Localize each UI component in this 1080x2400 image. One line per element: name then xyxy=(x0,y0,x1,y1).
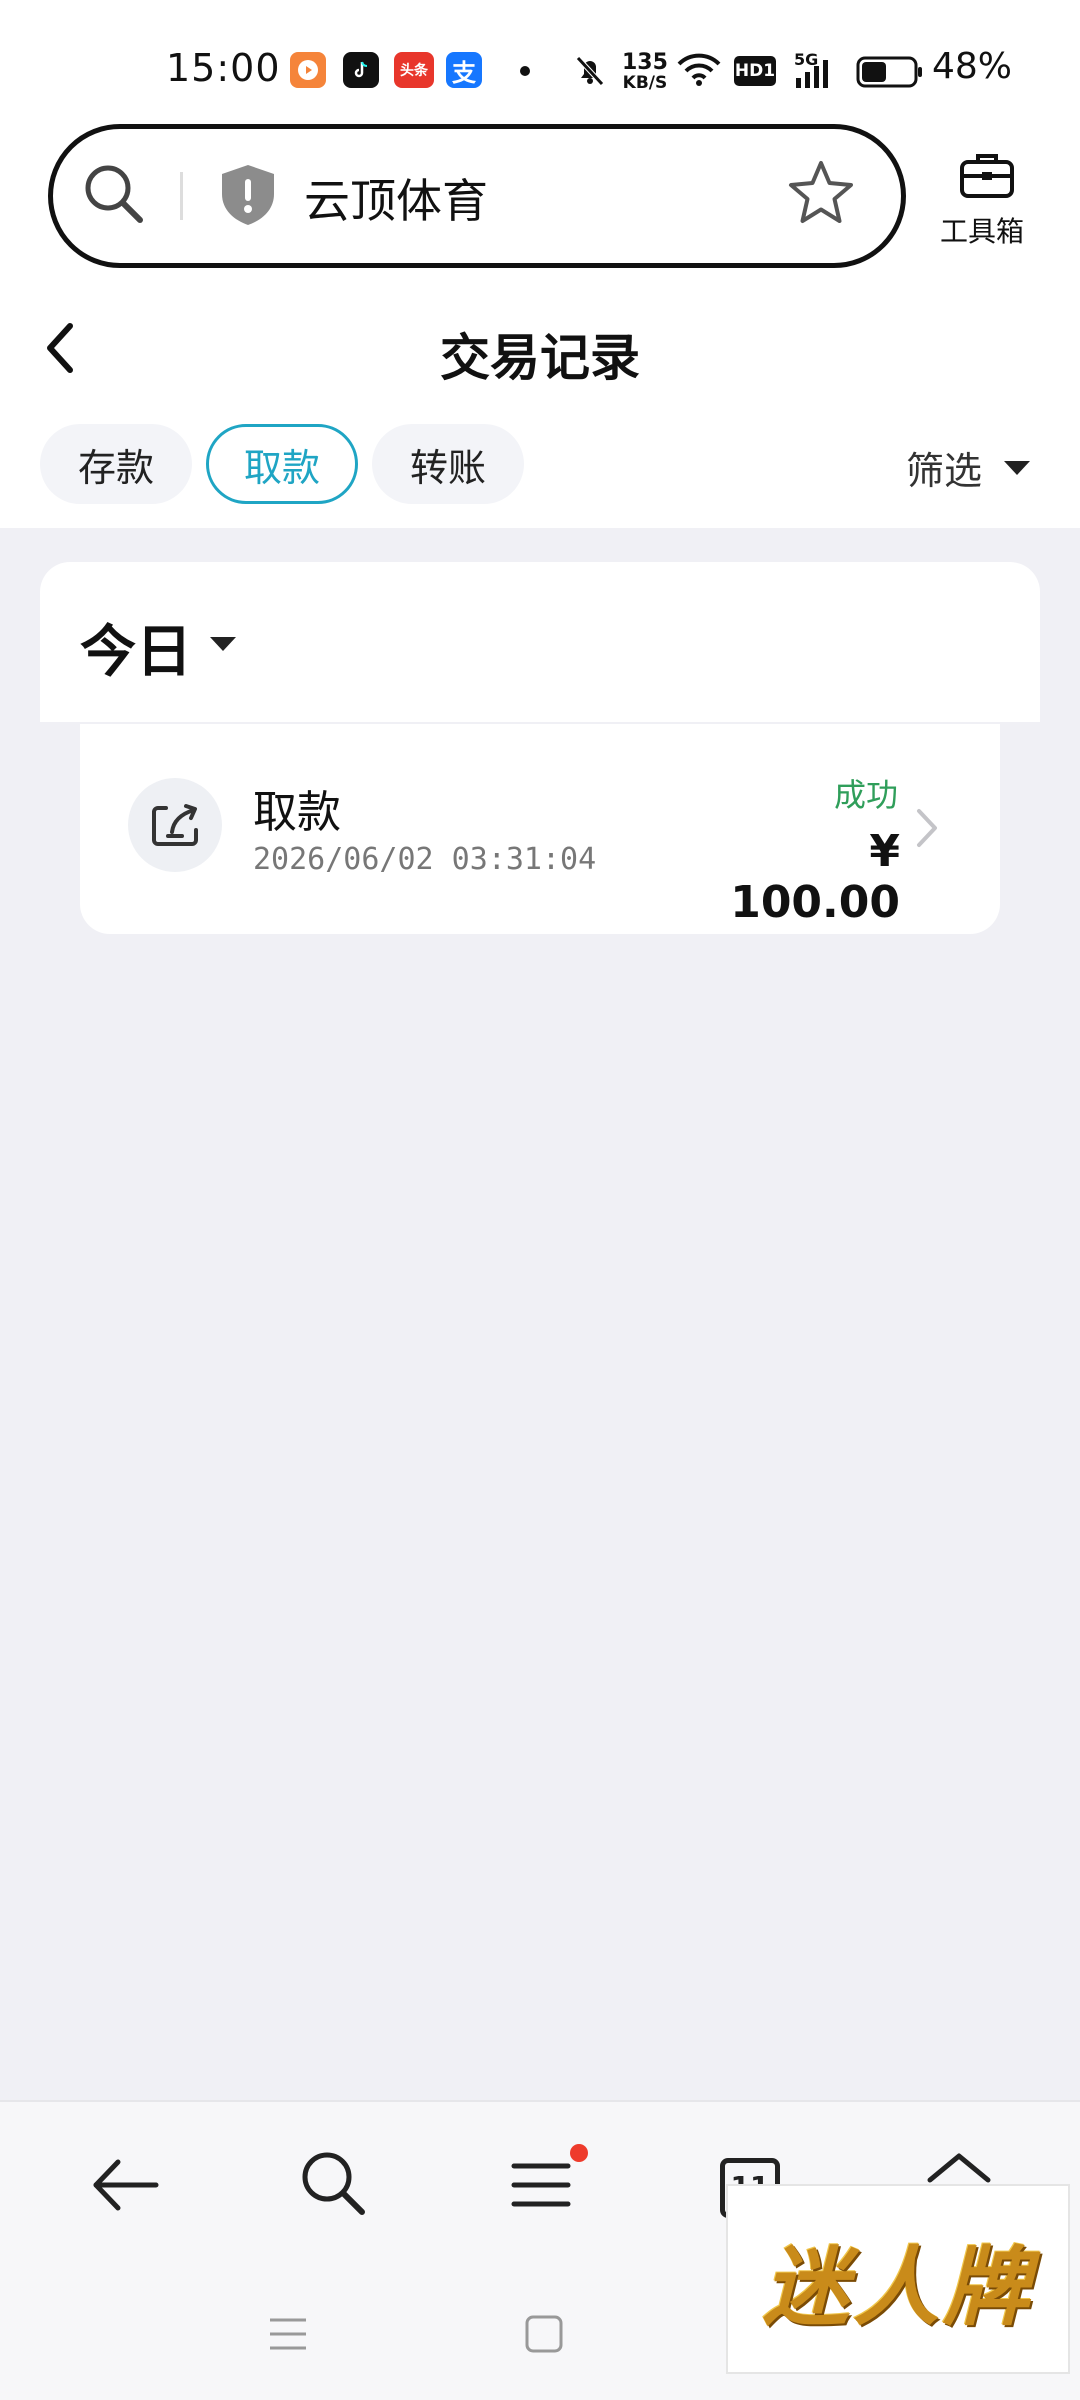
record-time: 2026/06/02 03:31:04 xyxy=(253,842,597,877)
search-divider xyxy=(180,172,183,220)
toolbox-label[interactable]: 工具箱 xyxy=(940,210,1024,250)
filter-button[interactable]: 筛选 xyxy=(906,440,982,495)
signal-icon xyxy=(794,58,830,94)
alipay-icon: 支 xyxy=(446,52,482,88)
withdraw-icon xyxy=(128,778,222,872)
filter-dropdown-icon[interactable] xyxy=(1002,458,1032,482)
date-dropdown-icon[interactable] xyxy=(208,634,238,658)
tab-transfer[interactable]: 转账 xyxy=(372,424,524,504)
home-square-icon[interactable] xyxy=(524,2314,564,2358)
search-nav-icon[interactable] xyxy=(296,2146,370,2224)
record-title: 取款 xyxy=(253,787,341,838)
recent-apps-icon[interactable] xyxy=(268,2314,308,2358)
back-arrow-icon[interactable] xyxy=(88,2150,162,2224)
mute-bell-icon xyxy=(572,52,608,92)
wifi-icon xyxy=(676,52,722,92)
address-text[interactable]: 云顶体育 xyxy=(304,165,488,231)
menu-notification-dot xyxy=(570,2144,588,2162)
net-speed-unit: KB/S xyxy=(622,73,668,93)
watermark-text: 迷人牌 xyxy=(763,2239,1033,2336)
page-title: 交易记录 xyxy=(440,329,640,387)
video-app-icon xyxy=(290,52,326,88)
net-speed: 135 KB/S xyxy=(622,50,668,93)
battery-percent: 48% xyxy=(932,46,1013,87)
record-status: 成功 xyxy=(833,776,898,814)
search-icon[interactable] xyxy=(80,160,146,230)
watermark-logo: 迷人牌 xyxy=(726,2184,1070,2374)
net-speed-value: 135 xyxy=(622,50,668,75)
toutiao-icon: 头条 xyxy=(394,52,434,88)
notification-dot xyxy=(520,66,530,76)
douyin-icon xyxy=(343,52,379,88)
toolbox-icon[interactable] xyxy=(958,150,1016,204)
menu-icon[interactable] xyxy=(508,2156,574,2218)
tab-withdraw[interactable]: 取款 xyxy=(206,424,358,504)
battery-icon xyxy=(856,56,924,92)
star-icon[interactable] xyxy=(786,158,856,232)
chevron-right-icon[interactable] xyxy=(914,806,940,854)
status-time: 15:00 xyxy=(166,46,281,90)
record-amount: ¥ 100.00 xyxy=(730,826,900,928)
hd-badge: HD1 xyxy=(734,56,776,86)
date-group-label[interactable]: 今日 xyxy=(80,607,192,688)
security-shield-icon[interactable] xyxy=(218,162,278,232)
tab-deposit[interactable]: 存款 xyxy=(40,424,192,504)
